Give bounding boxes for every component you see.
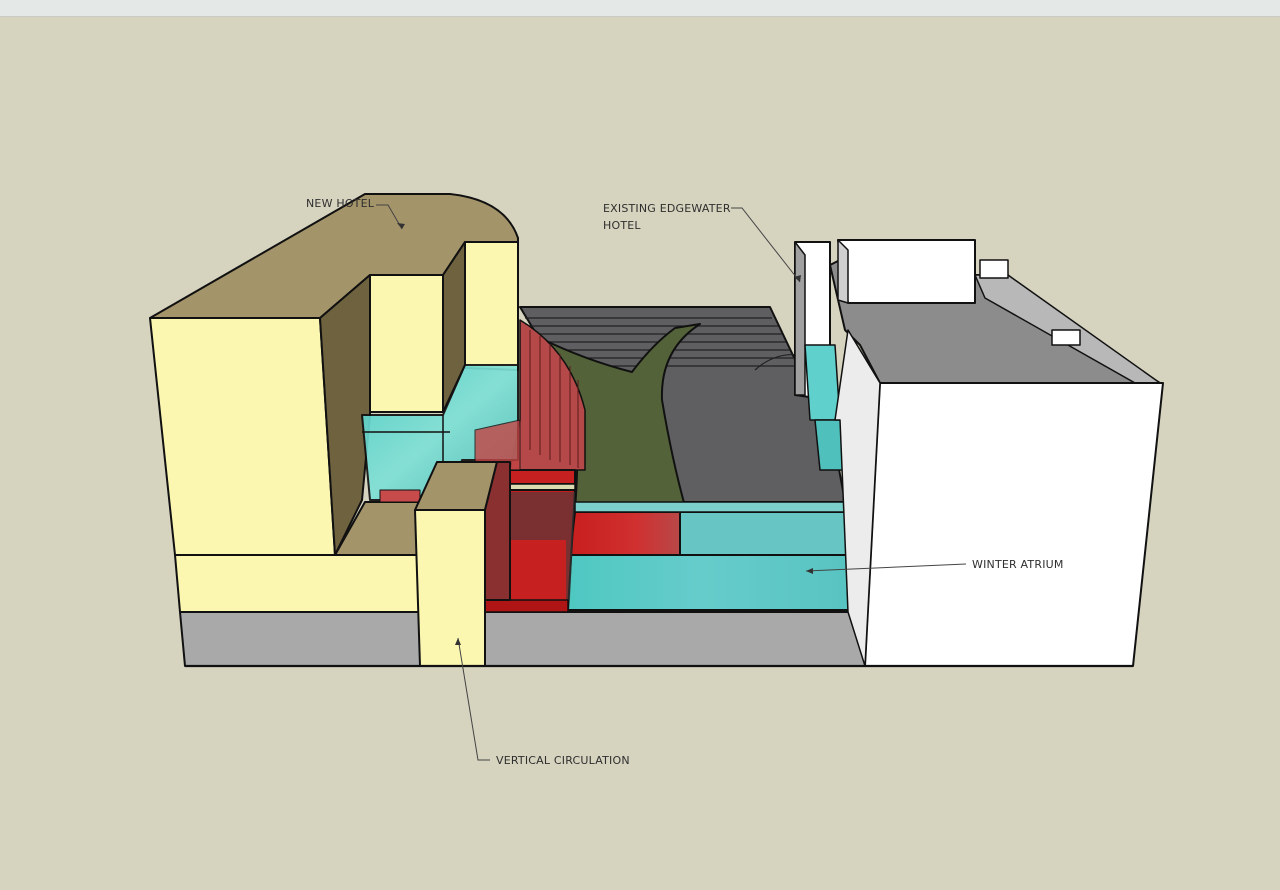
winter-atrium-glass — [567, 554, 866, 611]
leader-existing-hotel — [731, 207, 801, 283]
atrium-roof-edge — [574, 501, 849, 513]
atrium-red-glass — [569, 511, 681, 556]
label-vertical-circulation: VERTICAL CIRCULATION — [496, 754, 630, 767]
existing-roof-box-side — [837, 239, 849, 304]
label-new-hotel: NEW HOTEL — [306, 197, 375, 210]
window-top-bar — [0, 0, 1280, 17]
podium-front — [484, 611, 866, 667]
hotel-wall-mid — [369, 274, 444, 413]
hotel-wall-right — [464, 241, 519, 371]
red-balcony-lower — [504, 469, 576, 485]
existing-small-box-2 — [979, 259, 1009, 279]
corridor-sill — [483, 599, 569, 613]
circ-tower-front — [414, 509, 486, 667]
label-winter-atrium: WINTER ATRIUM — [972, 558, 1064, 571]
existing-glass — [804, 344, 841, 421]
hotel-glass-red — [379, 489, 421, 503]
hotel-left-wall — [149, 317, 336, 556]
label-existing-hotel-line1: EXISTING EDGEWATER — [603, 202, 731, 215]
atrium-upper-glass — [679, 511, 866, 556]
existing-roof-box — [837, 239, 976, 304]
existing-tower-side — [794, 241, 806, 396]
model-viewport[interactable]: NEW HOTEL EXISTING EDGEWATER HOTEL WINTE… — [0, 17, 1280, 890]
massing-model — [149, 193, 1164, 761]
existing-main-front — [864, 382, 1164, 667]
label-existing-hotel: EXISTING EDGEWATER HOTEL — [603, 200, 731, 234]
hotel-podium-wall — [174, 554, 421, 613]
label-existing-hotel-line2: HOTEL — [603, 219, 641, 232]
existing-small-box — [1051, 329, 1081, 346]
hotel-base-grey — [179, 611, 421, 667]
